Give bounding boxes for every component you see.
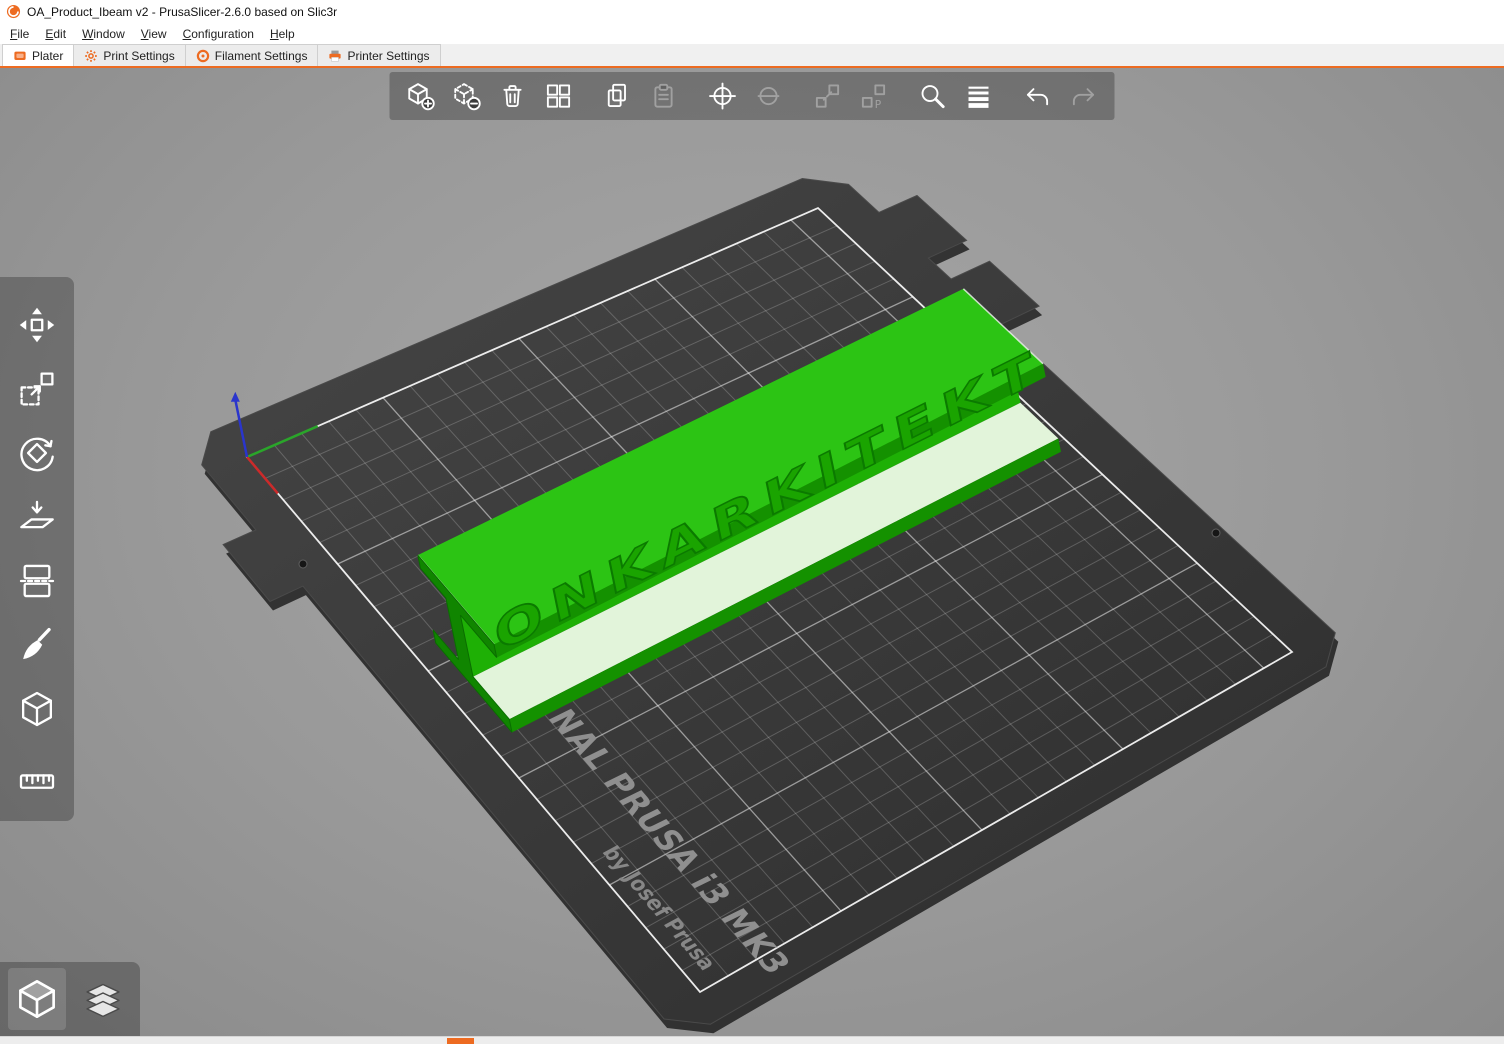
variable-layer-height-button[interactable] [959, 76, 999, 116]
gear-icon [84, 49, 98, 63]
split-to-objects-icon [813, 81, 843, 111]
redo-button [1064, 76, 1104, 116]
split-to-objects-button [808, 76, 848, 116]
tabbar: Plater Print Settings Filament Settings … [0, 44, 1504, 68]
tab-print-settings-label: Print Settings [103, 49, 174, 63]
menubar: File Edit Window View Configuration Help [0, 23, 1504, 44]
printer-icon [328, 49, 342, 63]
menu-edit[interactable]: Edit [37, 25, 74, 43]
bed-screw-hole [299, 560, 307, 568]
move-icon [17, 305, 57, 345]
scale-icon [17, 369, 57, 409]
bed-sheet [202, 179, 1336, 1025]
paint-on-supports-icon [17, 625, 57, 665]
tab-filament-settings[interactable]: Filament Settings [186, 44, 319, 66]
titlebar: OA_Product_Ibeam v2 - PrusaSlicer-2.6.0 … [0, 0, 1504, 23]
tab-print-settings[interactable]: Print Settings [74, 44, 185, 66]
split-to-parts-button: P [854, 76, 894, 116]
copy-button[interactable] [598, 76, 638, 116]
toolbar-left [0, 277, 74, 821]
3d-viewport[interactable]: ORIGINAL PRUSA i3 MK3by Josef PrusaONKAR… [0, 68, 1504, 1036]
tab-plater-label: Plater [32, 49, 63, 63]
3d-editor-view-button[interactable] [8, 968, 66, 1030]
seam-button[interactable] [13, 685, 61, 733]
preview-button[interactable] [74, 968, 132, 1030]
svg-text:P: P [875, 98, 882, 111]
arrange-icon [544, 81, 574, 111]
add-instance-button[interactable] [703, 76, 743, 116]
delete-all-icon [498, 81, 528, 111]
delete-all-button[interactable] [493, 76, 533, 116]
delete-button[interactable] [447, 76, 487, 116]
cut-button[interactable] [13, 557, 61, 605]
window-title: OA_Product_Ibeam v2 - PrusaSlicer-2.6.0 … [27, 5, 337, 19]
seam-icon [17, 689, 57, 729]
view-switcher [0, 962, 140, 1036]
place-on-face-button[interactable] [13, 493, 61, 541]
menu-window[interactable]: Window [74, 25, 133, 43]
split-to-parts-icon: P [859, 81, 889, 111]
menu-view[interactable]: View [133, 25, 175, 43]
search-icon [918, 81, 948, 111]
paste-icon [649, 81, 679, 111]
add-button[interactable] [401, 76, 441, 116]
plater-icon [13, 49, 27, 63]
tab-printer-settings[interactable]: Printer Settings [318, 44, 440, 66]
bed-screw-hole [1212, 529, 1220, 537]
bottom-bar [0, 1036, 1504, 1044]
rotate-button[interactable] [13, 429, 61, 477]
scene-canvas: ORIGINAL PRUSA i3 MK3by Josef PrusaONKAR… [0, 68, 1504, 1036]
tab-filament-settings-label: Filament Settings [215, 49, 308, 63]
menu-configuration[interactable]: Configuration [175, 25, 262, 43]
menu-file[interactable]: File [2, 25, 37, 43]
variable-layer-height-icon [964, 81, 994, 111]
paint-on-supports-button[interactable] [13, 621, 61, 669]
filament-spool-icon [196, 49, 210, 63]
cut-icon [17, 561, 57, 601]
measure-icon [17, 753, 57, 793]
toolbar-top: P [390, 72, 1115, 120]
add-instance-icon [708, 81, 738, 111]
bottom-accent-chip [447, 1038, 474, 1044]
search-button[interactable] [913, 76, 953, 116]
undo-icon [1023, 81, 1053, 111]
scale-button[interactable] [13, 365, 61, 413]
remove-instance-icon [754, 81, 784, 111]
remove-instance-button [749, 76, 789, 116]
move-button[interactable] [13, 301, 61, 349]
tab-printer-settings-label: Printer Settings [347, 49, 429, 63]
rotate-icon [17, 433, 57, 473]
tab-plater[interactable]: Plater [2, 44, 74, 66]
arrange-button[interactable] [539, 76, 579, 116]
measure-button[interactable] [13, 749, 61, 797]
add-icon [406, 81, 436, 111]
menu-help[interactable]: Help [262, 25, 303, 43]
3d-editor-view-icon [14, 976, 60, 1022]
preview-icon [80, 976, 126, 1022]
delete-icon [452, 81, 482, 111]
redo-icon [1069, 81, 1099, 111]
paste-button [644, 76, 684, 116]
place-on-face-icon [17, 497, 57, 537]
copy-icon [603, 81, 633, 111]
app-icon [6, 4, 21, 19]
undo-button[interactable] [1018, 76, 1058, 116]
